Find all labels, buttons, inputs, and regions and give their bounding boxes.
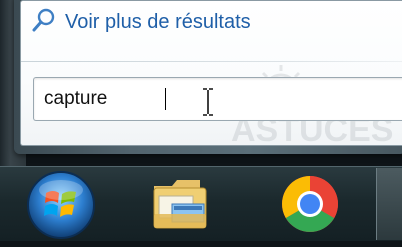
windows-start-orb-icon[interactable] — [24, 168, 98, 242]
start-menu-panel: Voir plus de résultats ASTUCES capture — [20, 0, 402, 149]
search-input-value: capture — [44, 88, 108, 109]
file-explorer-folder-icon[interactable] — [150, 176, 212, 232]
taskbar-button-partial[interactable] — [376, 168, 402, 240]
see-more-results-link[interactable]: Voir plus de résultats — [31, 5, 251, 39]
text-caret — [165, 88, 166, 110]
search-input[interactable]: capture — [33, 77, 402, 121]
search-magnifier-icon — [31, 7, 57, 38]
chrome-icon[interactable] — [278, 172, 342, 236]
see-more-results-label: Voir plus de résultats — [65, 10, 251, 33]
ibeam-cursor-icon — [202, 88, 214, 121]
start-menu: Voir plus de résultats ASTUCES capture — [14, 0, 402, 154]
